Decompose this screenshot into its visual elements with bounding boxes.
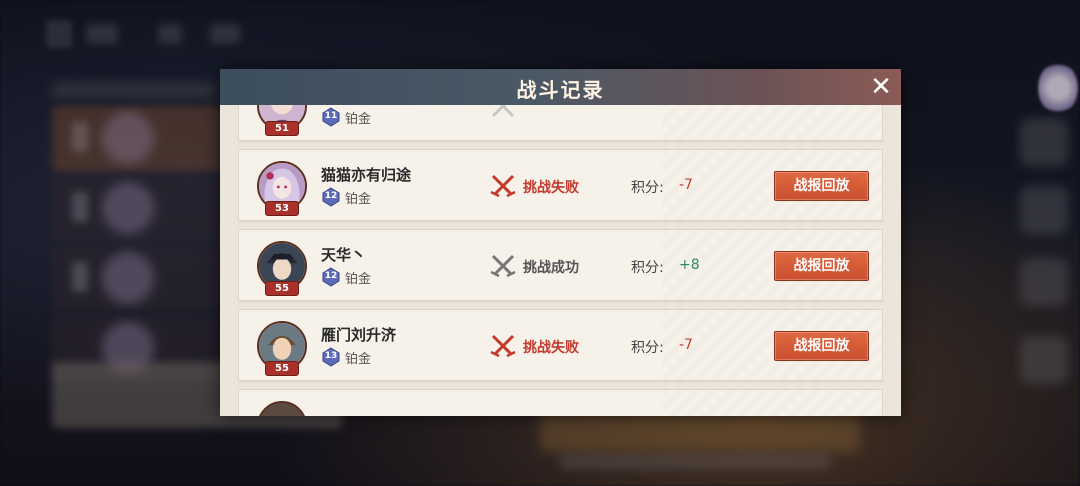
battle-record-row	[238, 388, 883, 416]
player-name: 雁门刘升济	[321, 326, 397, 344]
score-value: -7	[679, 177, 693, 193]
crossed-swords-icon	[489, 252, 517, 280]
rank-label: 铂金	[345, 272, 372, 287]
rank-emblem-icon: 12	[321, 187, 341, 207]
player-name: 天华丶	[321, 246, 367, 264]
score-label: 积分:	[631, 180, 664, 196]
player-avatar	[257, 401, 307, 416]
dialog-title: 战斗记录	[516, 78, 605, 102]
player-level-badge: 51	[265, 121, 299, 136]
score-value: +8	[679, 257, 700, 273]
rank-number: 13	[324, 351, 338, 361]
score-value: -7	[679, 337, 693, 353]
replay-button[interactable]: 战报回放	[774, 251, 869, 281]
battle-record-dialog: 战斗记录 ✕ 51 11 铂金 53 猫猫亦有归途 12 铂金 挑战失败 积分:…	[220, 69, 901, 416]
rank-label: 铂金	[345, 352, 372, 367]
rank-emblem-icon: 12	[321, 267, 341, 287]
battle-result-text: 挑战失败	[523, 180, 579, 196]
crossed-swords-icon	[489, 332, 517, 360]
rank-emblem-icon: 13	[321, 347, 341, 367]
crossed-swords-icon	[489, 172, 517, 200]
rank-number: 12	[324, 271, 338, 281]
battle-record-list[interactable]: 51 11 铂金 53 猫猫亦有归途 12 铂金 挑战失败 积分: -7 战报回…	[238, 105, 883, 416]
battle-record-row: 55 雁门刘升济 13 铂金 挑战失败 积分: -7 战报回放	[238, 308, 883, 381]
battle-result-text: 挑战成功	[523, 260, 579, 276]
rank-number: 11	[324, 111, 338, 121]
crossed-swords-icon	[489, 105, 517, 120]
rank-emblem-icon: 11	[321, 107, 341, 127]
close-button[interactable]: ✕	[867, 73, 895, 101]
replay-button[interactable]: 战报回放	[774, 171, 869, 201]
player-level-badge: 55	[265, 361, 299, 376]
dialog-header: 战斗记录 ✕	[220, 69, 901, 105]
battle-record-row: 53 猫猫亦有归途 12 铂金 挑战失败 积分: -7 战报回放	[238, 148, 883, 221]
player-level-badge: 55	[265, 281, 299, 296]
player-level-badge: 53	[265, 201, 299, 216]
battle-record-row: 55 天华丶 12 铂金 挑战成功 积分: +8 战报回放	[238, 228, 883, 301]
battle-record-row: 51 11 铂金	[238, 105, 883, 141]
battle-result-text: 挑战失败	[523, 340, 579, 356]
replay-button[interactable]: 战报回放	[774, 331, 869, 361]
score-label: 积分:	[631, 260, 664, 276]
rank-label: 铂金	[345, 112, 372, 127]
player-name: 猫猫亦有归途	[321, 166, 412, 184]
score-label: 积分:	[631, 340, 664, 356]
rank-number: 12	[324, 191, 338, 201]
rank-label: 铂金	[345, 192, 372, 207]
